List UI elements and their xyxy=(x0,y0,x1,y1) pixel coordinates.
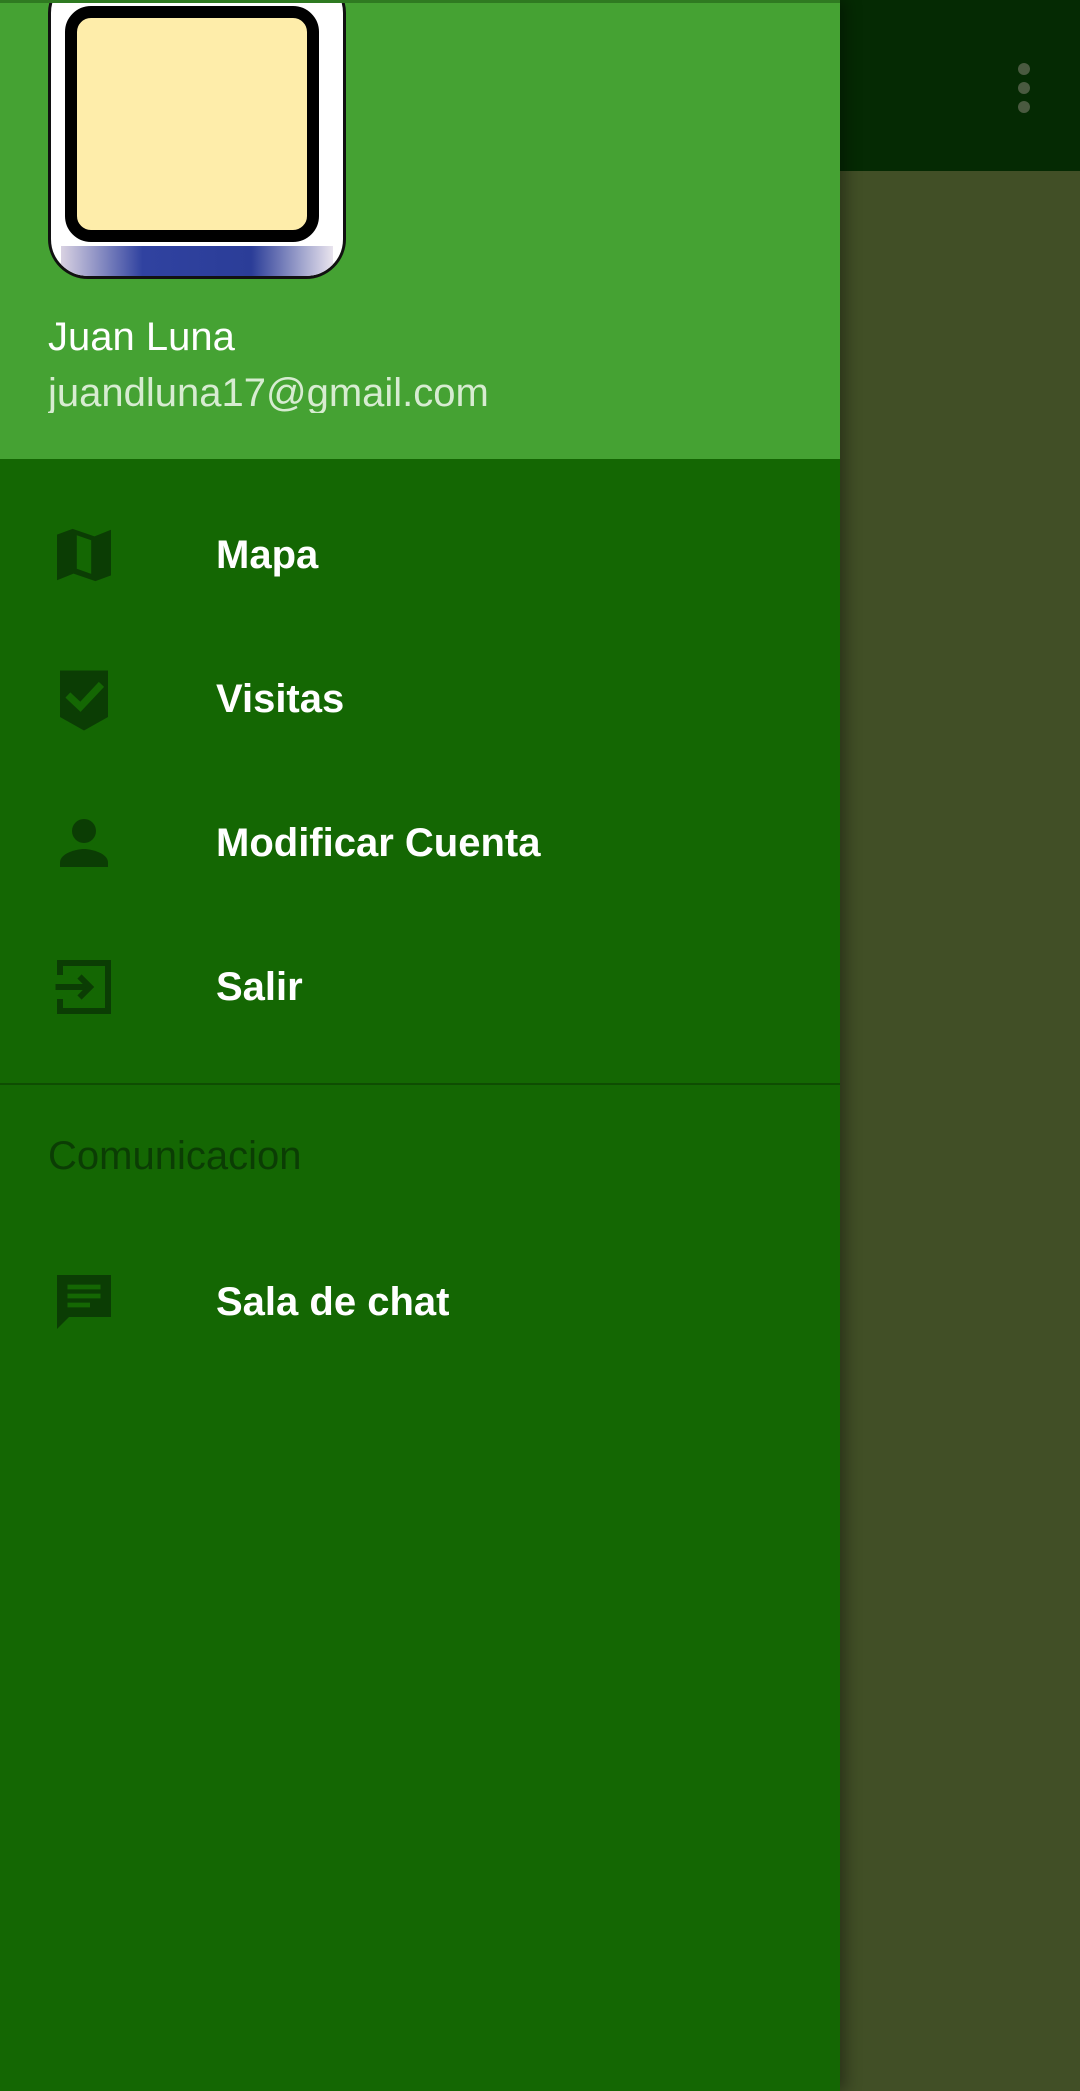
avatar-frame[interactable] xyxy=(48,3,346,279)
avatar xyxy=(65,6,319,242)
navigation-drawer: Juan Luna juandluna17@gmail.com Mapa Vis… xyxy=(0,0,840,2091)
verified-badge-icon xyxy=(48,663,120,735)
menu-item-label: Salir xyxy=(216,964,303,1009)
user-email: juandluna17@gmail.com xyxy=(48,371,489,413)
menu-item-label: Visitas xyxy=(216,676,345,721)
menu-item-label: Modificar Cuenta xyxy=(216,820,541,865)
menu-item-salir[interactable]: Salir xyxy=(0,915,840,1059)
screen: Juan Luna juandluna17@gmail.com Mapa Vis… xyxy=(0,0,1080,2091)
map-icon xyxy=(48,519,120,591)
drawer-header: Juan Luna juandluna17@gmail.com xyxy=(0,0,840,459)
menu-item-sala-de-chat[interactable]: Sala de chat xyxy=(0,1230,840,1374)
person-icon xyxy=(48,807,120,879)
menu-list-comunicacion: Sala de chat xyxy=(0,1230,840,1374)
menu-item-modificar-cuenta[interactable]: Modificar Cuenta xyxy=(0,771,840,915)
section-header-comunicacion: Comunicacion xyxy=(48,1134,302,1178)
menu-item-mapa[interactable]: Mapa xyxy=(0,483,840,627)
menu-item-label: Sala de chat xyxy=(216,1279,450,1324)
more-vert-icon xyxy=(1018,63,1030,113)
menu-list: Mapa Visitas Modificar Cuenta Salir xyxy=(0,483,840,1059)
overflow-menu-button[interactable] xyxy=(968,40,1080,136)
chat-icon xyxy=(48,1266,120,1338)
avatar-photo xyxy=(61,246,333,276)
menu-item-label: Mapa xyxy=(216,532,319,577)
user-name: Juan Luna xyxy=(48,315,235,359)
menu-item-visitas[interactable]: Visitas xyxy=(0,627,840,771)
divider xyxy=(0,1083,840,1085)
exit-icon xyxy=(48,951,120,1023)
